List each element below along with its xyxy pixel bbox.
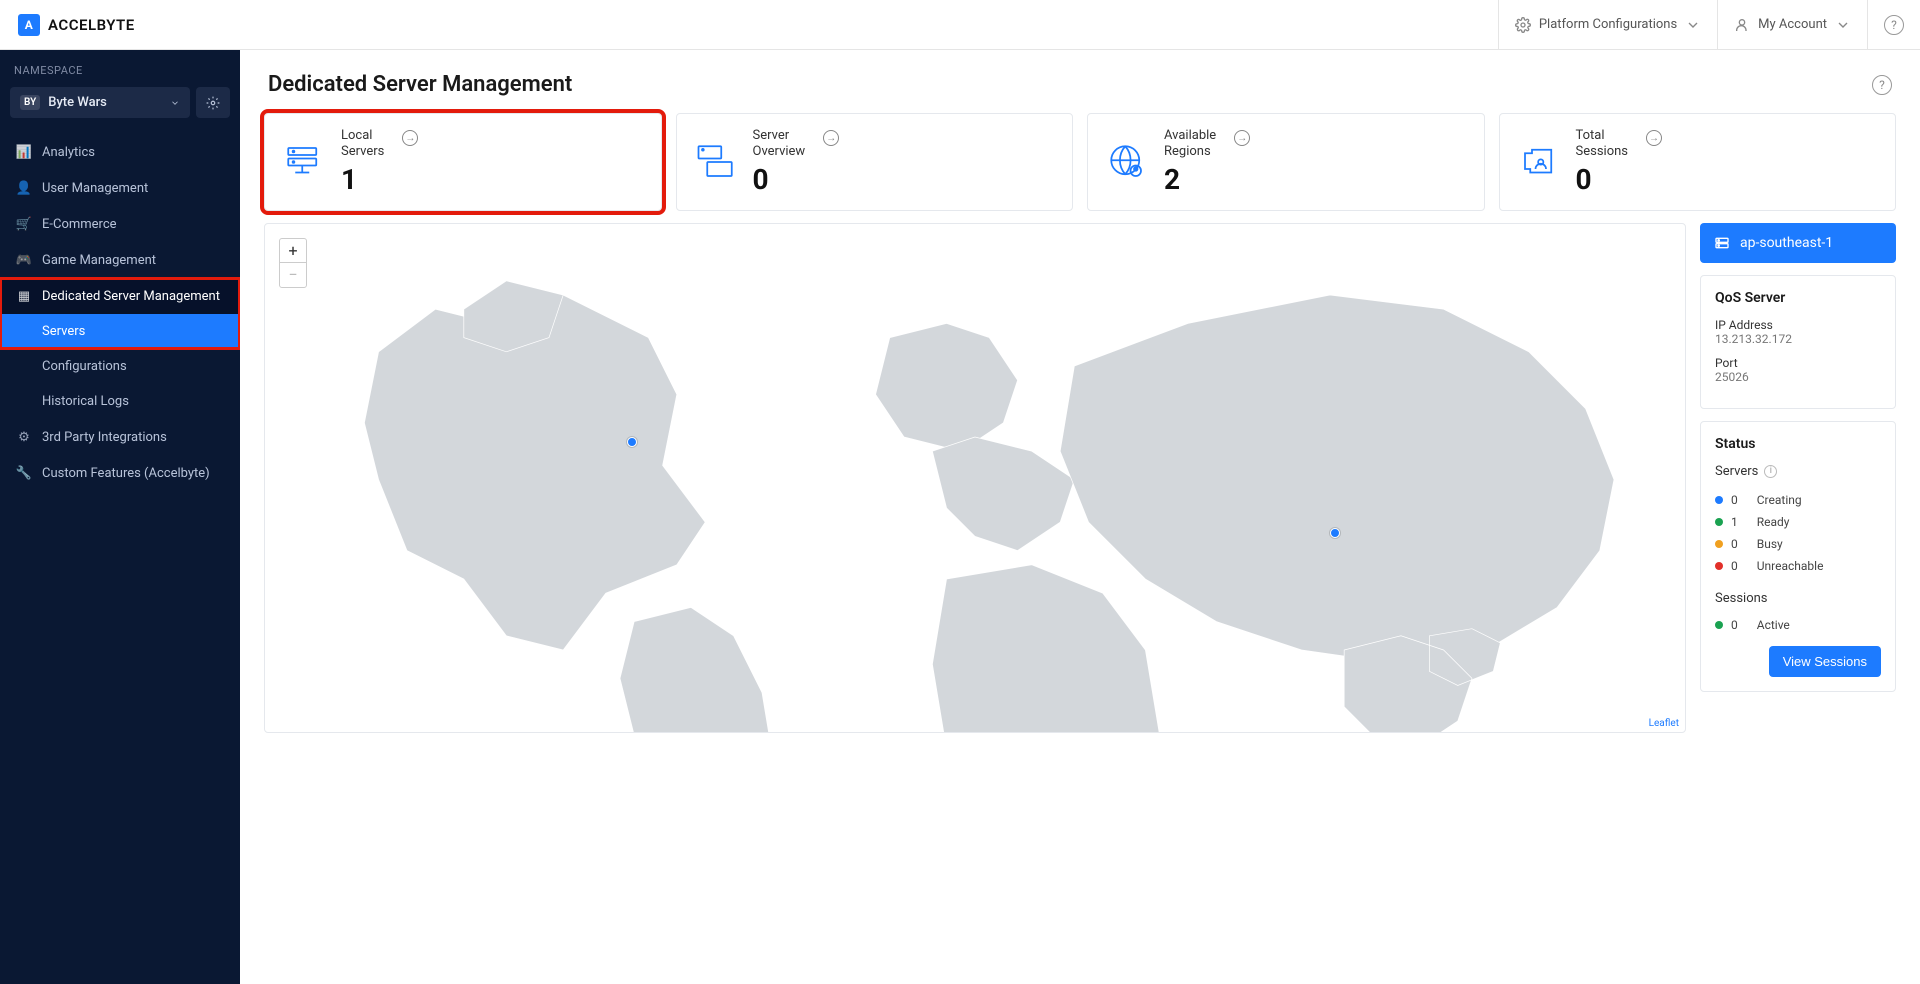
wrench-icon: 🔧 [16,465,32,481]
sidebar-section-dsm-highlight: ▦Dedicated Server Management Servers [0,278,240,349]
card-label: ServerOverview [753,128,806,161]
sidebar-item-game-management[interactable]: 🎮Game Management [0,242,240,278]
zoom-out-button[interactable]: − [280,263,306,287]
status-dot-icon [1715,518,1723,526]
card-local-servers[interactable]: LocalServers 1 → [264,113,662,211]
cart-icon: 🛒 [16,216,32,232]
server-rack-icon [1714,235,1730,251]
my-account-button[interactable]: My Account [1717,0,1867,50]
user-icon [1734,17,1750,33]
card-value: 0 [1576,163,1629,196]
qos-ip-value: 13.213.32.172 [1715,332,1881,346]
status-dot-icon [1715,621,1723,629]
sidebar-item-ecommerce[interactable]: 🛒E-Commerce [0,206,240,242]
server-overview-icon [695,141,737,183]
map-zoom-control: + − [279,238,307,288]
namespace-name: Byte Wars [48,95,162,110]
world-map-svg [265,224,1685,733]
local-server-icon [283,141,325,183]
chevron-down-icon [170,98,180,108]
help-button[interactable]: ? [1867,0,1920,50]
gear-icon [206,96,220,110]
namespace-badge: BY [20,95,40,110]
platform-config-button[interactable]: Platform Configurations [1498,0,1717,50]
card-arrow-icon[interactable]: → [1234,130,1250,146]
status-title: Status [1715,436,1881,452]
server-icon: ▦ [16,288,32,304]
chevron-down-icon [1835,17,1851,33]
globe-icon [1106,141,1148,183]
status-dot-icon [1715,496,1723,504]
region-selector[interactable]: ap-southeast-1 [1700,223,1896,263]
summary-cards: LocalServers 1 → ServerOverview 0 → Avai… [240,113,1920,223]
status-sessions-header: Sessions [1715,591,1881,606]
status-dot-icon [1715,562,1723,570]
status-servers-header: Servers i [1715,464,1881,479]
status-row-ready: 1 Ready [1715,511,1881,533]
sidebar: NAMESPACE BY Byte Wars 📊Analytics 👤User … [0,50,240,984]
sidebar-item-custom-features[interactable]: 🔧Custom Features (Accelbyte) [0,455,240,491]
help-icon: ? [1884,15,1904,35]
card-label: LocalServers [341,128,384,161]
view-sessions-button[interactable]: View Sessions [1769,646,1881,677]
qos-port-label: Port [1715,356,1881,370]
namespace-settings-button[interactable] [196,87,230,118]
brand-text: ACCELBYTE [48,16,135,34]
status-row-creating: 0 Creating [1715,489,1881,511]
card-server-overview[interactable]: ServerOverview 0 → [676,113,1074,211]
card-available-regions[interactable]: AvailableRegions 2 → [1087,113,1485,211]
card-arrow-icon[interactable]: → [402,130,418,146]
page-title: Dedicated Server Management [268,72,1872,97]
page-help-button[interactable]: ? [1872,75,1892,95]
topbar: A ACCELBYTE Platform Configurations My A… [0,0,1920,50]
status-dot-icon [1715,540,1723,548]
status-panel: Status Servers i 0 Creating 1 Ready 0 Bu… [1700,421,1896,692]
sidebar-item-user-management[interactable]: 👤User Management [0,170,240,206]
card-value: 2 [1164,163,1216,196]
zoom-in-button[interactable]: + [280,239,306,263]
status-row-active: 0 Active [1715,614,1881,636]
sidebar-item-dedicated-server-management[interactable]: ▦Dedicated Server Management [0,278,240,314]
world-map[interactable]: + − [264,223,1686,733]
brand-logo[interactable]: A ACCELBYTE [0,14,240,36]
qos-ip-label: IP Address [1715,318,1881,332]
card-total-sessions[interactable]: TotalSessions 0 → [1499,113,1897,211]
card-label: AvailableRegions [1164,128,1216,161]
sidebar-sub-configurations[interactable]: Configurations [0,349,240,384]
card-value: 0 [753,163,806,196]
region-name: ap-southeast-1 [1740,235,1833,251]
namespace-selector[interactable]: BY Byte Wars [10,87,190,118]
card-arrow-icon[interactable]: → [823,130,839,146]
qos-title: QoS Server [1715,290,1881,306]
status-row-busy: 0 Busy [1715,533,1881,555]
brand-icon: A [18,14,40,36]
card-arrow-icon[interactable]: → [1646,130,1662,146]
user-icon: 👤 [16,180,32,196]
main-content: Dedicated Server Management ? LocalServe… [240,50,1920,984]
gear-icon [1515,17,1531,33]
sidebar-sub-servers[interactable]: Servers [0,314,240,349]
qos-panel: QoS Server IP Address 13.213.32.172 Port… [1700,275,1896,409]
map-marker-us-west[interactable] [627,437,637,447]
qos-port-value: 25026 [1715,370,1881,384]
status-row-unreachable: 0 Unreachable [1715,555,1881,577]
card-label: TotalSessions [1576,128,1629,161]
sidebar-item-3rd-party[interactable]: ⚙3rd Party Integrations [0,419,240,455]
integration-icon: ⚙ [16,429,32,445]
sidebar-sub-historical-logs[interactable]: Historical Logs [0,384,240,419]
side-column: ap-southeast-1 QoS Server IP Address 13.… [1700,223,1896,733]
map-attribution[interactable]: Leaflet [1649,718,1679,729]
chart-icon: 📊 [16,144,32,160]
card-value: 1 [341,163,384,196]
sessions-icon [1518,141,1560,183]
chevron-down-icon [1685,17,1701,33]
sidebar-item-analytics[interactable]: 📊Analytics [0,134,240,170]
game-icon: 🎮 [16,252,32,268]
namespace-label: NAMESPACE [0,64,240,87]
info-icon[interactable]: i [1764,465,1777,478]
